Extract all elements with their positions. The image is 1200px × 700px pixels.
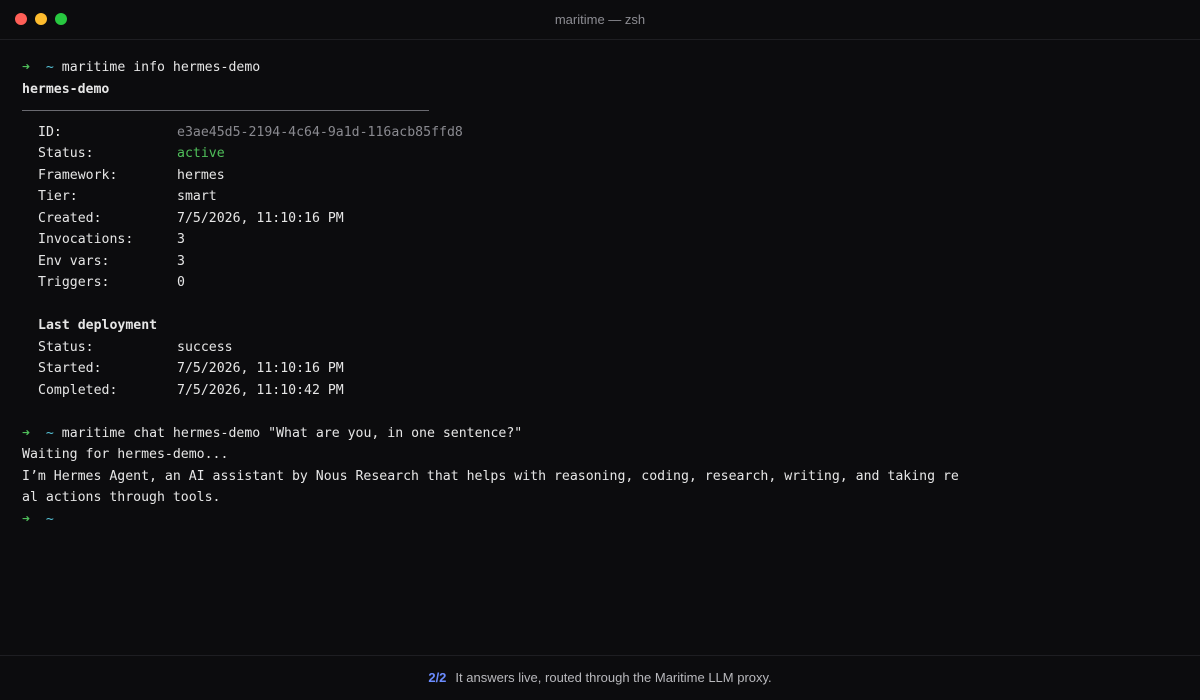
info-row-tier: Tier: smart [22, 186, 1182, 208]
status-value: active [177, 146, 225, 161]
response-line: al actions through tools. [22, 490, 221, 505]
field-key: Framework: [38, 167, 118, 183]
field-value: 7/5/2026, 11:10:42 PM [177, 382, 344, 398]
field-value: 3 [177, 232, 185, 247]
info-row-env-vars: Env vars: 3 [22, 251, 1182, 273]
field-key: ID: [38, 124, 62, 140]
prompt-arrow-icon: ➜ [22, 511, 30, 527]
prompt-directory: ~ [45, 425, 54, 441]
field-value: 7/5/2026, 11:10:16 PM [177, 210, 344, 226]
info-row-triggers: Triggers: 0 [22, 272, 1182, 294]
command-text: maritime chat hermes-demo "What are you,… [61, 425, 523, 441]
active-prompt-line[interactable]: ➜ ~ [22, 509, 1182, 531]
prompt-arrow-icon: ➜ [22, 425, 30, 441]
deployment-row-status: Status: success [22, 337, 1182, 359]
caption-bar: 2/2 It answers live, routed through the M… [0, 655, 1200, 700]
field-value: 7/5/2026, 11:10:16 PM [177, 361, 344, 376]
field-key: Status: [38, 146, 94, 161]
field-key: Started: [38, 361, 102, 376]
prompt-line: ➜ ~ maritime chat hermes-demo "What are … [22, 423, 1182, 445]
field-key: Tier: [38, 189, 78, 204]
terminal-window: maritime — zsh ➜ ~ maritime info hermes-… [0, 0, 1200, 700]
field-value: 0 [177, 275, 185, 290]
step-counter: 2/2 [428, 670, 447, 685]
deployment-row-completed: Completed: 7/5/2026, 11:10:42 PM [22, 380, 1182, 402]
field-value: hermes [177, 167, 225, 183]
prompt-directory: ~ [45, 60, 54, 75]
field-key: Created: [38, 210, 102, 226]
field-value: smart [177, 189, 217, 204]
deployment-row-started: Started: 7/5/2026, 11:10:16 PM [22, 358, 1182, 380]
response-line: I’m Hermes Agent, an AI assistant by Nou… [22, 468, 959, 484]
caption-text: It answers live, routed through the Mari… [455, 670, 772, 685]
field-value: success [177, 339, 233, 355]
window-title: maritime — zsh [554, 12, 646, 27]
info-row-id: ID: e3ae45d5-2194-4c64-9a1d-116acb85ffd8 [22, 122, 1182, 144]
title-bar: maritime — zsh [0, 0, 1200, 40]
field-value: 3 [177, 253, 185, 269]
info-heading: hermes-demo [22, 81, 110, 97]
command-text: maritime info hermes-demo [61, 60, 261, 75]
field-key: Completed: [38, 382, 118, 398]
terminal-output[interactable]: ➜ ~ maritime info hermes-demo hermes-dem… [22, 57, 1182, 530]
info-row-status: Status: active [22, 143, 1182, 165]
heading-divider [22, 110, 429, 111]
prompt-directory: ~ [45, 511, 54, 527]
info-row-framework: Framework: hermes [22, 165, 1182, 187]
field-key: Status: [38, 339, 94, 355]
prompt-line: ➜ ~ maritime info hermes-demo [22, 57, 1182, 79]
field-key: Env vars: [38, 253, 110, 269]
field-value: e3ae45d5-2194-4c64-9a1d-116acb85ffd8 [177, 124, 463, 140]
info-row-invocations: Invocations: 3 [22, 229, 1182, 251]
waiting-message: Waiting for hermes-demo... [22, 447, 229, 462]
field-key: Triggers: [38, 275, 110, 290]
info-row-created: Created: 7/5/2026, 11:10:16 PM [22, 208, 1182, 230]
deployment-heading: Last deployment [38, 318, 158, 333]
prompt-arrow-icon: ➜ [22, 60, 30, 75]
field-key: Invocations: [38, 232, 134, 247]
